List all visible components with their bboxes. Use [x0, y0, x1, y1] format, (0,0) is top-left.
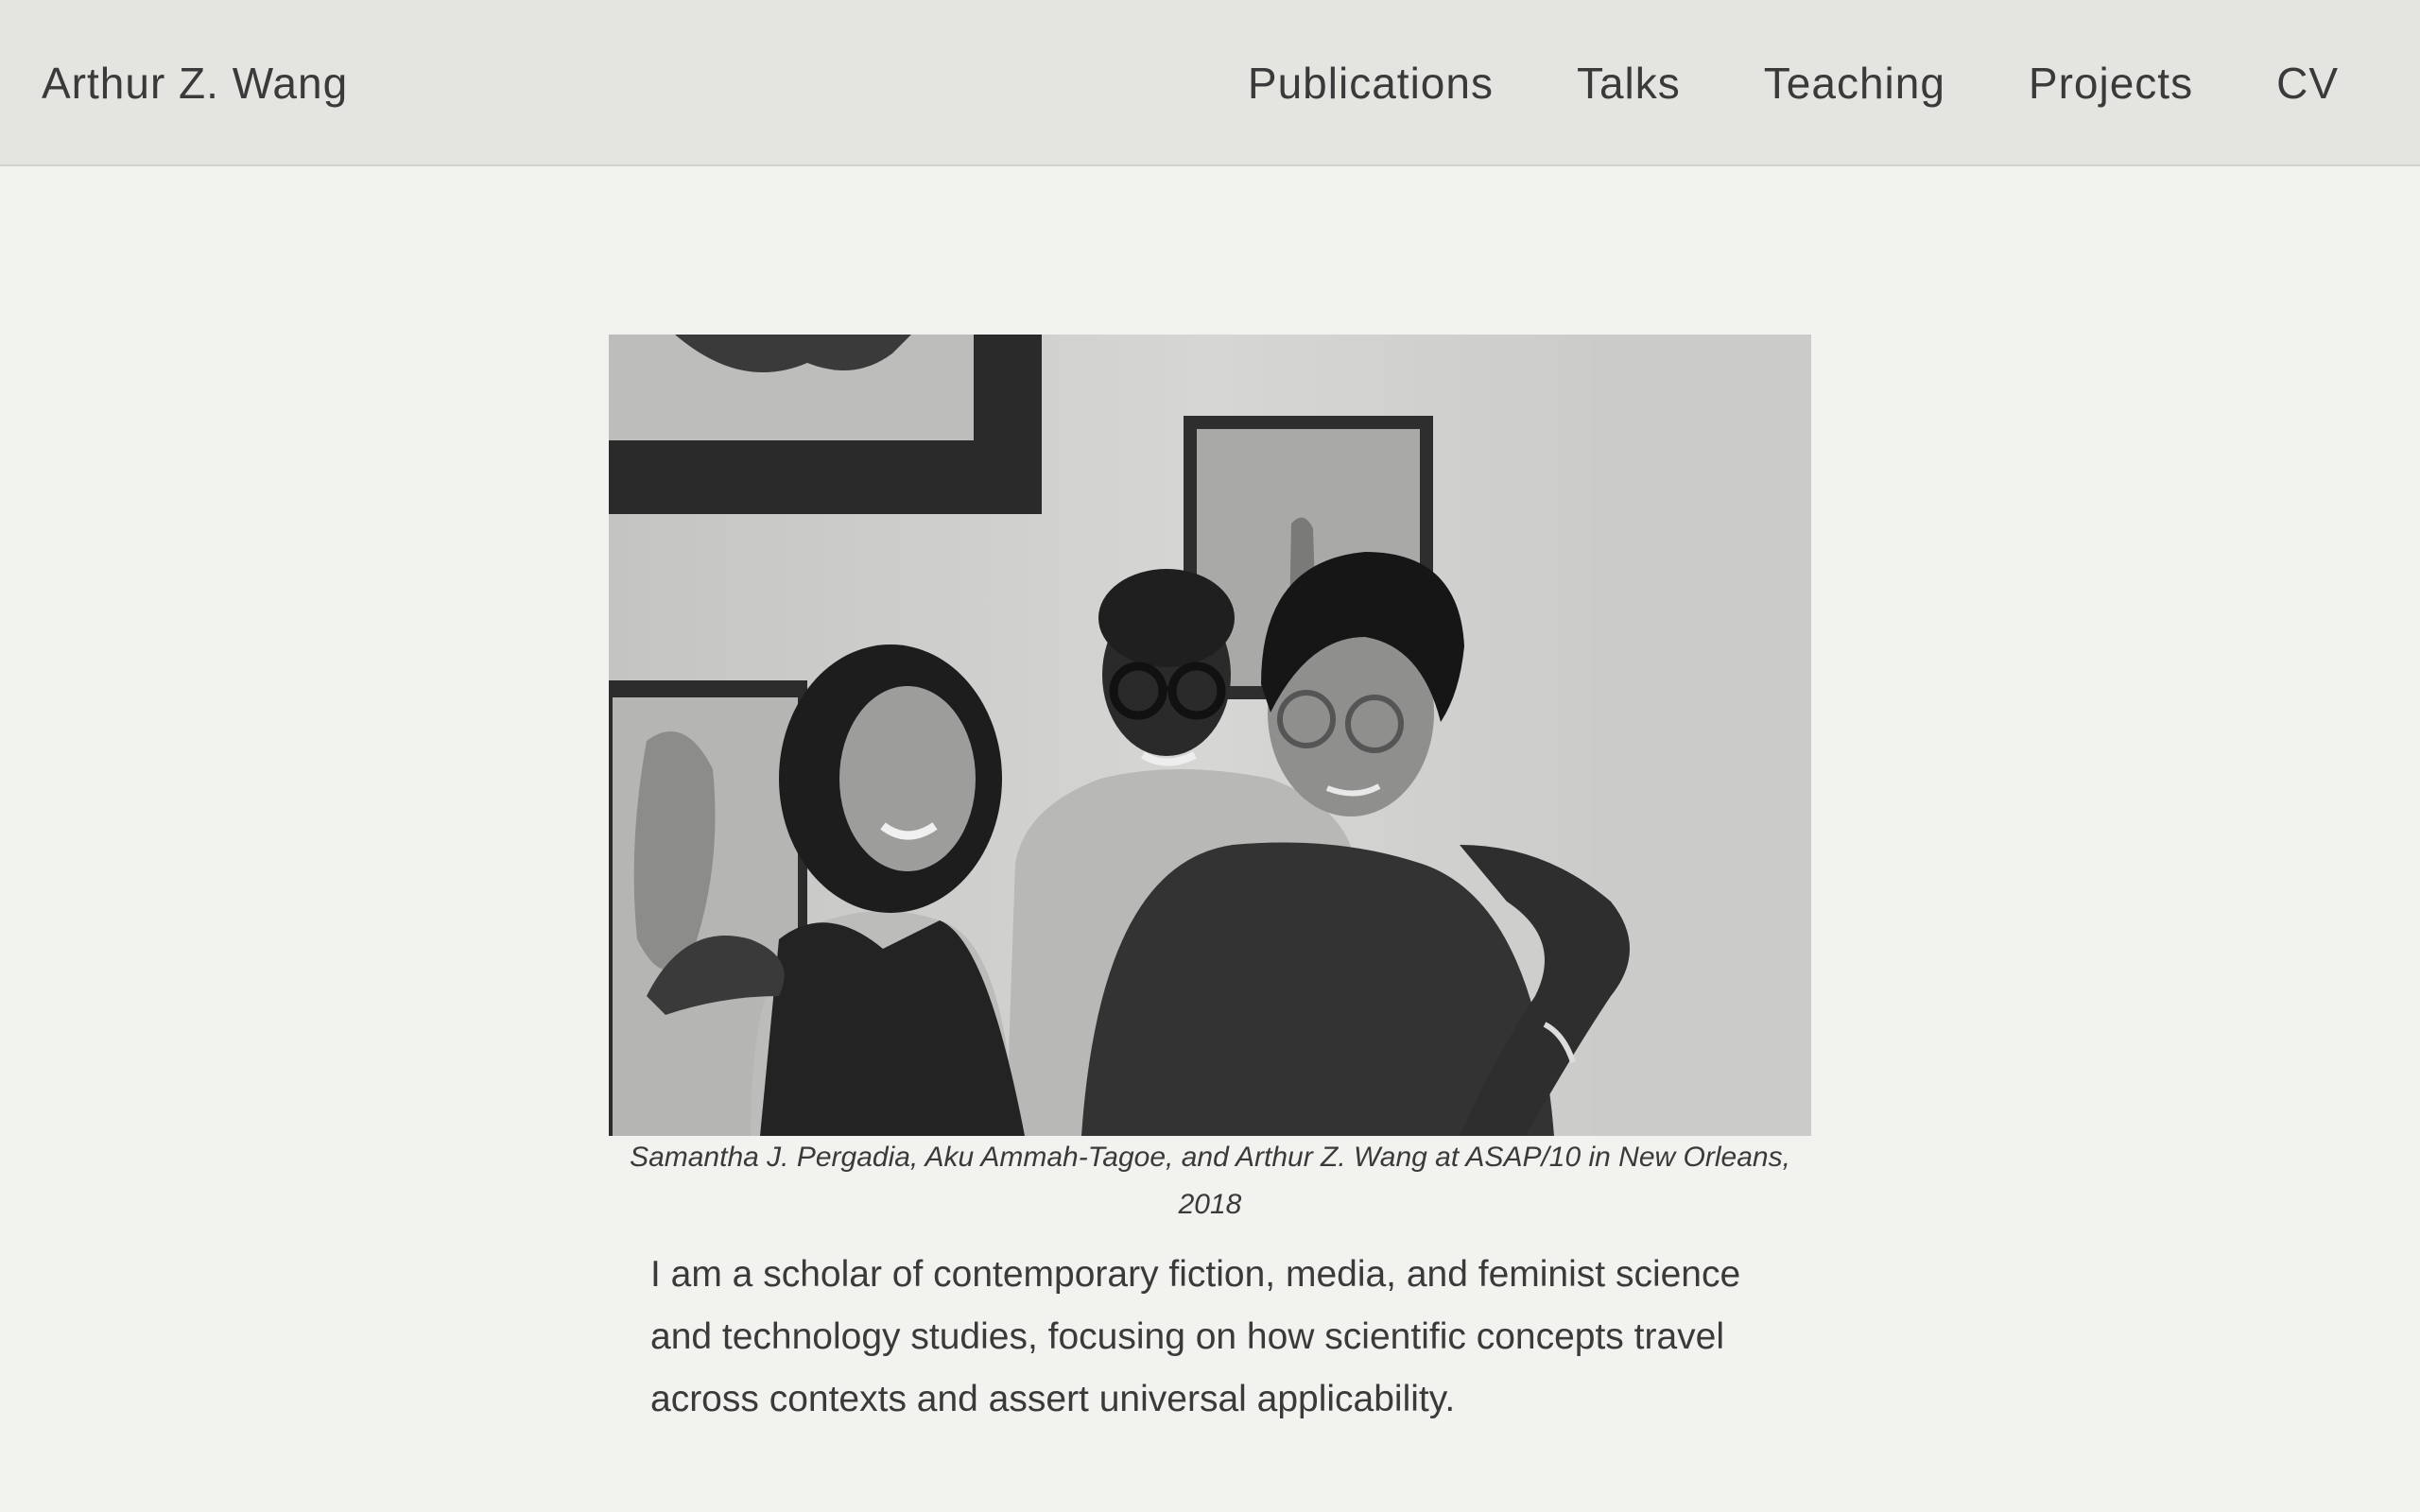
group-photo-illustration [609, 335, 1811, 1136]
main-nav: Publications Talks Teaching Projects CV [1248, 55, 2420, 112]
site-header: Arthur Z. Wang Publications Talks Teachi… [0, 0, 2420, 166]
nav-projects[interactable]: Projects [2029, 55, 2193, 112]
nav-teaching[interactable]: Teaching [1764, 55, 1945, 112]
group-photo [609, 335, 1811, 1136]
site-title-link[interactable]: Arthur Z. Wang [42, 55, 348, 112]
bio-paragraph: I am a scholar of contemporary fiction, … [650, 1254, 1741, 1419]
nav-talks[interactable]: Talks [1577, 55, 1681, 112]
photo-caption: Samantha J. Pergadia, Aku Ammah-Tagoe, a… [630, 1142, 1790, 1220]
nav-publications[interactable]: Publications [1248, 55, 1494, 112]
nav-cv[interactable]: CV [2276, 55, 2339, 112]
